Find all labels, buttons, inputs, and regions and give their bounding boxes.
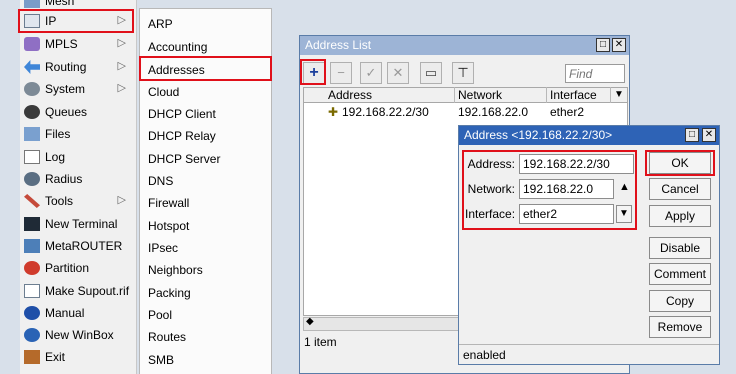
add-button[interactable]: +: [303, 62, 325, 84]
row-address: 192.168.22.2/30: [342, 105, 429, 119]
submenu-item-cloud[interactable]: Cloud: [140, 81, 271, 103]
row-interface: ether2: [550, 105, 585, 119]
menu-item-routing[interactable]: Routing ▷: [20, 56, 136, 78]
menu-item-new-winbox[interactable]: New WinBox: [20, 324, 136, 346]
submenu-item-accounting[interactable]: Accounting: [140, 36, 271, 58]
main-menu: Mesh IP ▷ MPLS ▷ Routing ▷ System ▷ Queu…: [20, 0, 137, 374]
submenu-item-routes[interactable]: Routes: [140, 326, 271, 348]
menu-item-partition[interactable]: Partition: [20, 257, 136, 279]
log-icon: [24, 150, 40, 164]
menu-item-manual[interactable]: Manual: [20, 302, 136, 324]
submenu-item-dhcp-relay[interactable]: DHCP Relay: [140, 125, 271, 147]
maximize-icon[interactable]: □: [685, 128, 699, 142]
submenu-item-arp[interactable]: ARP: [140, 13, 271, 35]
find-input[interactable]: [565, 64, 625, 83]
routing-icon: [24, 60, 40, 74]
address-label: Address:: [467, 157, 515, 171]
submenu-item-hotspot[interactable]: Hotspot: [140, 215, 271, 237]
queues-icon: [24, 105, 40, 119]
document-icon: [24, 284, 40, 298]
cancel-button[interactable]: Cancel: [649, 178, 711, 200]
mesh-icon: [24, 0, 40, 8]
ip-submenu: ARP Accounting Addresses Cloud DHCP Clie…: [139, 8, 272, 374]
filter-button[interactable]: ⊤: [452, 62, 474, 84]
table-row[interactable]: ✚ 192.168.22.2/30 192.168.22.0 ether2: [304, 104, 627, 120]
remove-dialog-button[interactable]: Remove: [649, 316, 711, 338]
submenu-item-pool[interactable]: Pool: [140, 304, 271, 326]
mpls-icon: [24, 37, 40, 51]
interface-dropdown-icon[interactable]: ▼: [616, 205, 632, 223]
column-header-address[interactable]: Address: [328, 87, 372, 103]
disable-button[interactable]: ✕: [387, 62, 409, 84]
dialog-status: enabled: [459, 344, 719, 364]
copy-button[interactable]: Copy: [649, 290, 711, 312]
close-icon[interactable]: ✕: [702, 128, 716, 142]
address-list-titlebar[interactable]: Address List □ ✕: [300, 36, 629, 55]
exit-icon: [24, 350, 40, 364]
menu-item-queues[interactable]: Queues: [20, 101, 136, 123]
comment-dialog-button[interactable]: Comment: [649, 263, 711, 285]
submenu-item-neighbors[interactable]: Neighbors: [140, 259, 271, 281]
item-count: 1 item: [304, 335, 337, 349]
menu-item-files[interactable]: Files: [20, 123, 136, 145]
apply-button[interactable]: Apply: [649, 205, 711, 227]
menu-item-exit[interactable]: Exit: [20, 346, 136, 368]
column-header-network[interactable]: Network: [454, 87, 546, 103]
address-input[interactable]: 192.168.22.2/30: [519, 154, 634, 174]
interface-label: Interface:: [465, 207, 516, 221]
close-icon[interactable]: ✕: [612, 38, 626, 52]
menu-item-ip[interactable]: IP ▷: [20, 10, 136, 32]
submenu-item-addresses[interactable]: Addresses: [140, 59, 271, 81]
menu-item-log[interactable]: Log: [20, 146, 136, 168]
help-icon: [24, 306, 40, 320]
ok-button[interactable]: OK: [649, 152, 711, 174]
submenu-arrow-icon: ▷: [117, 60, 126, 72]
terminal-icon: [24, 217, 40, 231]
submenu-arrow-icon: ▷: [117, 14, 126, 26]
ip-icon: [24, 14, 40, 28]
menu-item-metarouter[interactable]: MetaROUTER: [20, 235, 136, 257]
submenu-arrow-icon: ▷: [117, 37, 126, 49]
menu-item-make-supout[interactable]: Make Supout.rif: [20, 280, 136, 302]
metarouter-icon: [24, 239, 40, 253]
radius-icon: [24, 172, 40, 186]
comment-button[interactable]: ▭: [420, 62, 442, 84]
row-network: 192.168.22.0: [458, 105, 529, 119]
submenu-item-dhcp-server[interactable]: DHCP Server: [140, 148, 271, 170]
submenu-item-dns[interactable]: DNS: [140, 170, 271, 192]
network-input[interactable]: 192.168.22.0: [519, 179, 614, 199]
menu-item-mpls[interactable]: MPLS ▷: [20, 33, 136, 55]
address-plus-icon: ✚: [328, 105, 339, 119]
submenu-item-dhcp-client[interactable]: DHCP Client: [140, 103, 271, 125]
remove-button[interactable]: −: [330, 62, 352, 84]
enable-button[interactable]: ✓: [360, 62, 382, 84]
submenu-item-smb[interactable]: SMB: [140, 349, 271, 371]
menu-item-new-terminal[interactable]: New Terminal: [20, 213, 136, 235]
submenu-item-packing[interactable]: Packing: [140, 282, 271, 304]
submenu-arrow-icon: ▷: [117, 194, 126, 206]
column-menu-icon[interactable]: ▼: [610, 87, 627, 103]
submenu-item-ipsec[interactable]: IPsec: [140, 237, 271, 259]
disable-dialog-button[interactable]: Disable: [649, 237, 711, 259]
network-collapse-icon[interactable]: ▲: [619, 181, 630, 193]
maximize-icon[interactable]: □: [596, 38, 610, 52]
scroll-left-icon[interactable]: ◆: [306, 316, 314, 327]
winbox-icon: [24, 328, 40, 342]
menu-item-radius[interactable]: Radius: [20, 168, 136, 190]
table-header: Address Network Interface ▼: [304, 87, 627, 103]
network-label: Network:: [467, 182, 515, 196]
menu-item-tools[interactable]: Tools ▷: [20, 190, 136, 212]
system-gear-icon: [24, 82, 40, 96]
column-header-interface[interactable]: Interface: [546, 87, 610, 103]
interface-select[interactable]: ether2: [519, 204, 614, 224]
tools-icon: [24, 194, 40, 208]
submenu-item-firewall[interactable]: Firewall: [140, 192, 271, 214]
address-dialog-titlebar[interactable]: Address <192.168.22.2/30> □ ✕: [459, 126, 719, 145]
submenu-arrow-icon: ▷: [117, 82, 126, 94]
menu-item-system[interactable]: System ▷: [20, 78, 136, 100]
folder-icon: [24, 127, 40, 141]
partition-icon: [24, 261, 40, 275]
